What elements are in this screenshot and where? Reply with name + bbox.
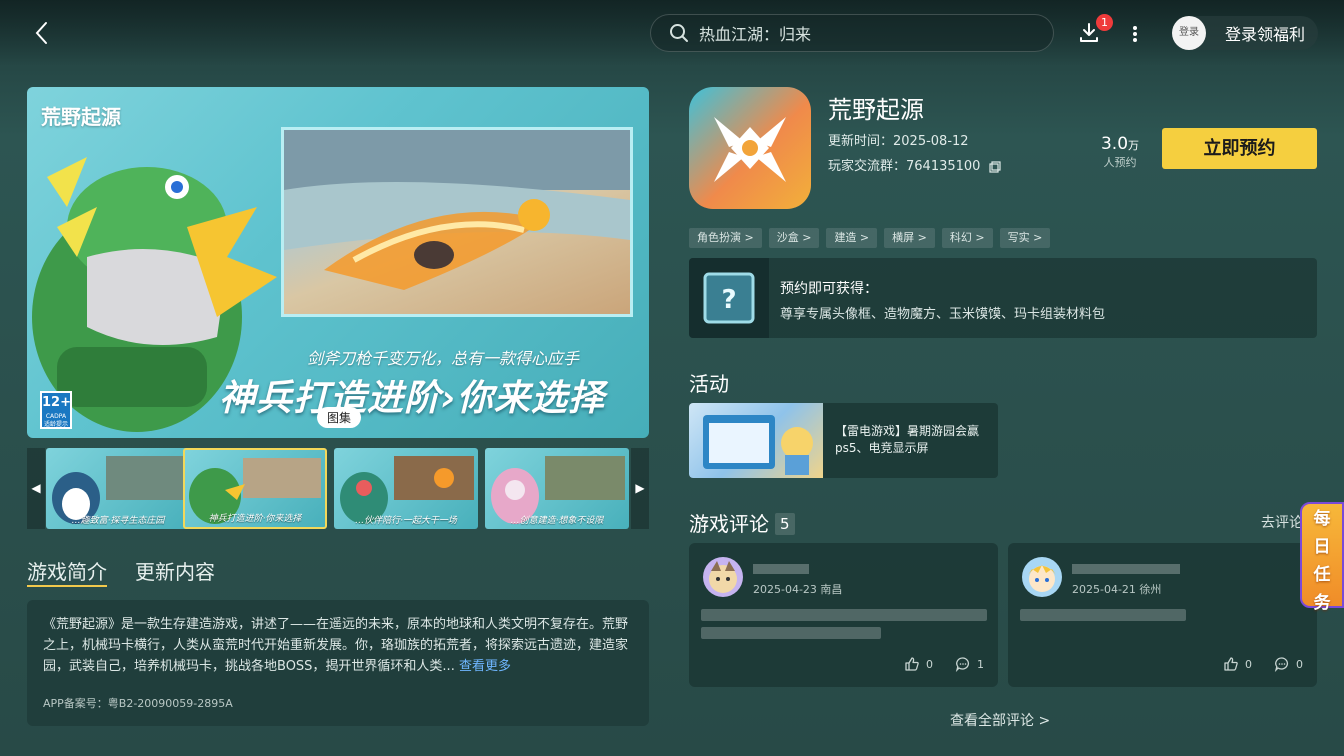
comment-button[interactable]: 0 (1274, 656, 1303, 672)
review-text-blurred (1020, 609, 1186, 621)
reviewer-name-blurred (753, 564, 809, 574)
app-icon (689, 87, 811, 209)
thumbnail-4[interactable]: …创意建造·想象不设限 (485, 448, 629, 529)
thumbnail-3[interactable]: …伙伴陪行·一起大干一场 (334, 448, 478, 529)
daily-task-char: 日 (1313, 537, 1331, 557)
tag-role-playing[interactable]: 角色扮演 > (689, 228, 762, 248)
tab-intro[interactable]: 游戏简介 (27, 556, 107, 585)
activity-card[interactable]: 【雷电游戏】暑期游园会赢ps5、电竞显示屏 (689, 403, 998, 478)
thumbs-up-icon (905, 657, 919, 671)
review-actions: 0 0 (1223, 656, 1303, 672)
review-date: 2025-04-23 南昌 (753, 583, 843, 596)
update-time: 更新时间：2025-08-12 (828, 134, 969, 149)
hero-screenshot (281, 127, 633, 317)
login-button[interactable]: 登录 登录领福利 (1172, 16, 1318, 50)
thumbnail-1[interactable]: …趣致富·探寻生态庄园 (46, 448, 190, 529)
back-button[interactable] (28, 18, 56, 48)
activity-thumbnail (689, 403, 823, 478)
daily-task-char: 务 (1313, 593, 1331, 613)
hero-slogan-large: 神兵打造进阶›你来选择 (219, 378, 605, 419)
view-all-comments-link[interactable]: 查看全部评论 > (950, 710, 1050, 730)
search-placeholder: 热血江湖：归来 (699, 25, 812, 44)
hero-banner[interactable]: 荒野起源 剑斧刀枪千变万化，总有一款得心应手 神兵打造进阶›你来选择 12+ CA… (27, 87, 649, 438)
app-beian-number: APP备案号：粤B2-20090059-2895A (43, 697, 233, 710)
mystery-box-icon: ? (703, 272, 755, 324)
review-actions: 0 1 (904, 656, 984, 672)
reviews-section-title: 游戏评论 5 (689, 508, 795, 537)
tag-landscape[interactable]: 横屏 > (884, 228, 935, 248)
comment-icon (1274, 657, 1288, 672)
player-group: 玩家交流群：764135100 (828, 155, 1001, 174)
avatar: 登录 (1172, 16, 1206, 50)
like-button[interactable]: 0 (1223, 656, 1252, 672)
intro-text: 《荒野起源》是一款生存建造游戏，讲述了——在遥远的未来，原本的地球和人类文明不复… (43, 617, 629, 674)
daily-task-char: 任 (1313, 565, 1331, 585)
copy-icon[interactable] (989, 160, 1001, 173)
activity-text: 【雷电游戏】暑期游园会赢ps5、电竞显示屏 (835, 424, 980, 455)
avatar (703, 557, 743, 597)
reservation-reward: ? 预约即可获得： 尊享专属头像框、造物魔方、玉米馍馍、玛卡组装材料包 (689, 258, 1317, 338)
thumbnail-caption: …伙伴陪行·一起大干一场 (355, 516, 457, 526)
more-options-button[interactable] (1126, 20, 1144, 48)
reward-icon-box: ? (689, 258, 769, 338)
reward-title: 预约即可获得： (780, 281, 878, 297)
review-card[interactable]: 2025-04-23 南昌 0 1 (689, 543, 998, 687)
reserve-button[interactable]: 立即预约 (1162, 128, 1317, 169)
reserve-count: 3.0万 人预约 (1100, 134, 1140, 169)
more-vertical-icon (1133, 26, 1137, 42)
login-cta-label: 登录领福利 (1225, 25, 1306, 44)
thumbs-up-icon (1224, 657, 1238, 671)
thumbnail-caption: …趣致富·探寻生态庄园 (71, 516, 165, 526)
download-badge: 1 (1096, 14, 1113, 31)
tag-scifi[interactable]: 科幻 > (941, 228, 993, 248)
app-title: 荒野起源 (828, 96, 924, 124)
review-count: 5 (775, 513, 795, 535)
tag-sandbox[interactable]: 沙盒 > (768, 228, 820, 248)
search-icon (670, 24, 688, 42)
review-text-blurred (701, 609, 987, 621)
group-id: 764135100 (906, 159, 981, 174)
activity-section-title: 活动 (689, 372, 729, 396)
thumbnail-caption: 神兵打造进阶·你来选择 (208, 514, 302, 524)
active-tab-indicator (27, 585, 107, 587)
reviewer-name-blurred (1072, 564, 1180, 574)
tag-realistic[interactable]: 写实 > (999, 228, 1051, 248)
svg-text:?: ? (721, 285, 736, 315)
thumbnail-strip: ◀ …趣致富·探寻生态庄园 神兵打造进阶·你来选择 …伙伴陪行·一起大干一场 …… (27, 448, 649, 529)
tab-updates[interactable]: 更新内容 (135, 556, 215, 585)
age-rating-badge: 12+ CADPA 适龄提示 (40, 391, 72, 429)
like-button[interactable]: 0 (904, 656, 933, 672)
review-date: 2025-04-21 徐州 (1072, 583, 1162, 596)
daily-task-button[interactable]: 每 日 任 务 (1300, 502, 1344, 613)
thumb-prev-arrow[interactable]: ◀ (27, 448, 45, 529)
hero-slogan-small: 剑斧刀枪千变万化，总有一款得心应手 (307, 349, 580, 368)
thumbnail-2[interactable]: 神兵打造进阶·你来选择 (183, 448, 327, 529)
go-comment-link[interactable]: 去评论 (1261, 512, 1303, 532)
thumb-next-arrow[interactable]: ▶ (631, 448, 649, 529)
intro-card: 《荒野起源》是一款生存建造游戏，讲述了——在遥远的未来，原本的地球和人类文明不复… (27, 600, 649, 726)
see-more-link[interactable]: 查看更多 (459, 659, 511, 674)
comment-button[interactable]: 1 (955, 656, 984, 672)
thumbnail-caption: …创意建造·想象不设限 (510, 516, 604, 526)
reward-description: 尊享专属头像框、造物魔方、玉米馍馍、玛卡组装材料包 (780, 307, 1106, 322)
review-card[interactable]: 2025-04-21 徐州 0 0 (1008, 543, 1317, 687)
daily-task-char: 每 (1313, 509, 1331, 529)
avatar (1022, 557, 1062, 597)
chevron-left-icon (35, 22, 47, 44)
app-logo-icon (714, 117, 786, 182)
gallery-label[interactable]: 图集 (317, 407, 362, 428)
comment-icon (955, 657, 969, 672)
tag-building[interactable]: 建造 > (826, 228, 878, 248)
search-bar[interactable]: 热血江湖：归来 (650, 14, 1054, 52)
genre-tags: 角色扮演 > 沙盒 > 建造 > 横屏 > 科幻 > 写实 > (689, 228, 1051, 248)
review-text-blurred (701, 627, 881, 639)
